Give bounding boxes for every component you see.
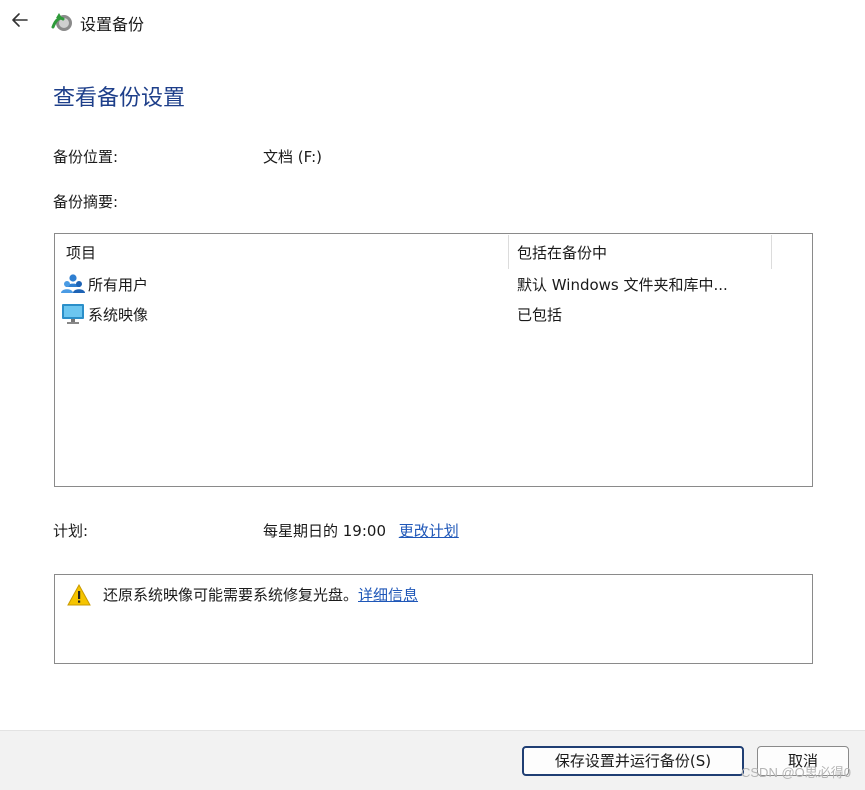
details-link[interactable]: 详细信息 bbox=[358, 586, 418, 604]
change-schedule-link[interactable]: 更改计划 bbox=[399, 522, 459, 540]
back-button[interactable] bbox=[8, 8, 32, 32]
warning-icon bbox=[67, 583, 91, 606]
title-bar: 设置备份 bbox=[0, 0, 865, 44]
backup-summary-label: 备份摘要: bbox=[53, 193, 119, 211]
page-title: 查看备份设置 bbox=[53, 86, 186, 111]
watermark: CSDN @O思必得0 bbox=[741, 765, 851, 780]
column-header-included[interactable]: 包括在备份中 bbox=[517, 242, 607, 263]
schedule-row: 每星期日的 19:00 更改计划 bbox=[263, 520, 459, 541]
window-title: 设置备份 bbox=[80, 15, 145, 34]
column-header-item[interactable]: 项目 bbox=[66, 242, 96, 263]
backup-location-value: 文档 (F:) bbox=[263, 148, 322, 166]
backup-summary-list[interactable]: 项目 包括在备份中 所有用户 默认 Windows 文件夹和库中... 系统映像… bbox=[54, 233, 813, 487]
monitor-icon bbox=[61, 303, 85, 325]
item-name: 系统映像 bbox=[88, 306, 149, 324]
dialog-footer: 保存设置并运行备份(S) 取消 CSDN @O思必得0 bbox=[0, 730, 865, 790]
item-included: 已包括 bbox=[517, 306, 563, 324]
notice-message: 还原系统映像可能需要系统修复光盘。详细信息 bbox=[103, 584, 418, 605]
item-name: 所有用户 bbox=[88, 276, 149, 294]
column-divider[interactable] bbox=[508, 235, 509, 269]
backup-location-label: 备份位置: bbox=[53, 148, 119, 166]
back-arrow-icon bbox=[12, 13, 28, 27]
backup-app-icon bbox=[50, 9, 74, 33]
list-item-system-image[interactable]: 系统映像 已包括 bbox=[61, 302, 801, 328]
notice-text: 还原系统映像可能需要系统修复光盘。 bbox=[103, 586, 359, 604]
list-item-all-users[interactable]: 所有用户 默认 Windows 文件夹和库中... bbox=[61, 272, 801, 298]
save-and-run-button[interactable]: 保存设置并运行备份(S) bbox=[522, 746, 744, 776]
column-divider[interactable] bbox=[771, 235, 772, 269]
schedule-value: 每星期日的 19:00 bbox=[263, 522, 386, 540]
users-icon bbox=[61, 273, 85, 295]
item-included: 默认 Windows 文件夹和库中... bbox=[517, 276, 728, 294]
schedule-label: 计划: bbox=[53, 522, 89, 540]
notice-panel: 还原系统映像可能需要系统修复光盘。详细信息 bbox=[54, 574, 813, 664]
